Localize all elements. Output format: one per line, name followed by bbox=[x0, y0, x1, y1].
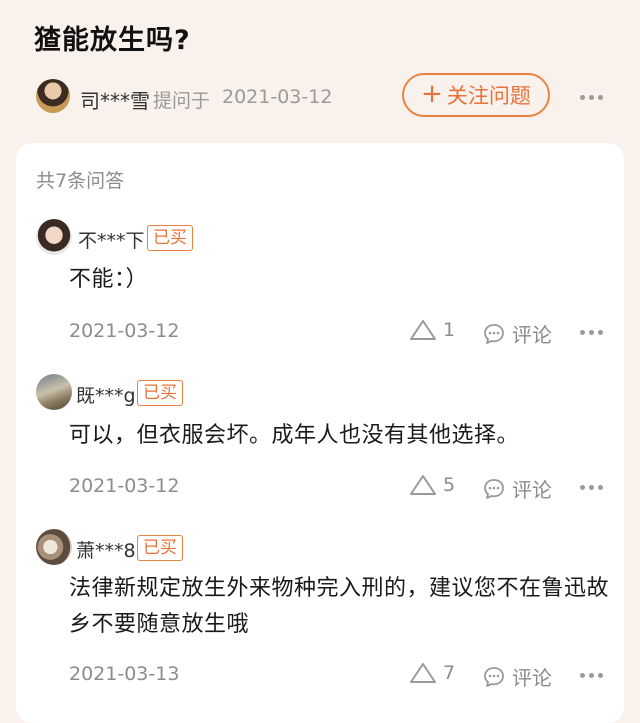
comment-label: 评论 bbox=[512, 666, 552, 690]
user-avatar[interactable] bbox=[36, 374, 72, 410]
purchased-badge: 已买 bbox=[137, 380, 183, 406]
more-options-icon[interactable] bbox=[580, 673, 603, 678]
comment-button[interactable]: 评论 bbox=[482, 474, 552, 503]
answer-user-name[interactable]: 萧***8 bbox=[76, 536, 136, 563]
like-count: 1 bbox=[443, 319, 456, 341]
asker-avatar[interactable] bbox=[36, 79, 70, 113]
more-options-icon[interactable] bbox=[580, 95, 603, 100]
question-header: 猹能放生吗? 司***雪 提问于 2021-03-12 + 关注问题 bbox=[0, 0, 640, 150]
purchased-badge: 已买 bbox=[147, 225, 193, 251]
answer-user-name[interactable]: 既***g bbox=[76, 381, 136, 408]
like-count: 7 bbox=[443, 662, 456, 684]
comment-icon bbox=[484, 478, 504, 499]
like-count: 5 bbox=[443, 474, 456, 496]
user-avatar[interactable] bbox=[36, 529, 72, 565]
follow-question-button[interactable]: + 关注问题 bbox=[402, 73, 550, 117]
triangle-like-icon bbox=[410, 320, 436, 340]
triangle-like-icon bbox=[410, 475, 436, 495]
like-button[interactable]: 7 bbox=[409, 662, 455, 684]
answer-date: 2021-03-13 bbox=[69, 663, 180, 685]
more-options-icon[interactable] bbox=[580, 330, 603, 335]
comment-icon bbox=[484, 666, 504, 687]
like-button[interactable]: 1 bbox=[409, 319, 455, 341]
asked-label: 提问于 bbox=[153, 90, 211, 112]
answer-user-name[interactable]: 不***下 bbox=[78, 226, 145, 253]
comment-label: 评论 bbox=[512, 323, 552, 347]
user-avatar[interactable] bbox=[36, 219, 72, 255]
purchased-badge: 已买 bbox=[137, 535, 183, 561]
more-options-icon[interactable] bbox=[580, 485, 603, 490]
question-title: 猹能放生吗? bbox=[34, 25, 191, 56]
answer-text: 可以，但衣服会坏。成年人也没有其他选择。 bbox=[69, 423, 520, 448]
comment-button[interactable]: 评论 bbox=[482, 662, 552, 691]
comment-icon bbox=[484, 323, 504, 344]
follow-label: 关注问题 bbox=[446, 84, 531, 108]
comment-button[interactable]: 评论 bbox=[482, 319, 552, 348]
asked-date: 2021-03-12 bbox=[222, 86, 333, 108]
answer-date: 2021-03-12 bbox=[69, 320, 180, 342]
answer-text: 法律新规定放生外来物种完入刑的，建议您不在鲁迅故乡不要随意放生哦 bbox=[69, 576, 610, 637]
answers-count: 共7条问答 bbox=[36, 170, 125, 192]
like-button[interactable]: 5 bbox=[409, 474, 455, 496]
triangle-like-icon bbox=[410, 663, 436, 683]
answer-date: 2021-03-12 bbox=[69, 475, 180, 497]
plus-icon: + bbox=[421, 79, 443, 109]
comment-label: 评论 bbox=[512, 478, 552, 502]
asker-name[interactable]: 司***雪 bbox=[80, 85, 150, 114]
answer-text: 不能：） bbox=[69, 267, 149, 292]
